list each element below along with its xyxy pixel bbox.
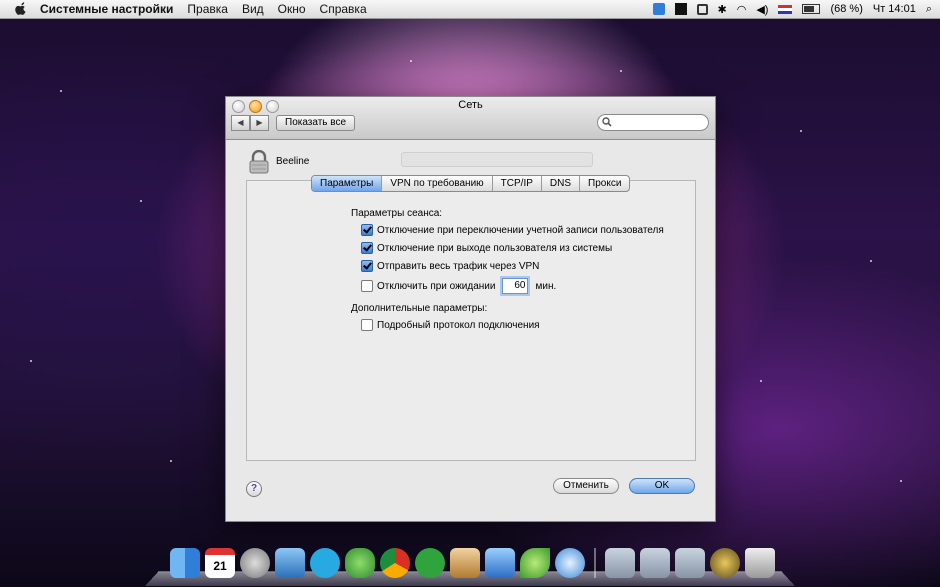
- idle-minutes-field[interactable]: 60: [502, 278, 529, 294]
- disconnect-idle-label: Отключить при ожидании: [377, 280, 496, 292]
- disconnect-idle-checkbox[interactable]: [361, 280, 373, 292]
- verbose-logging-checkbox[interactable]: [361, 319, 373, 331]
- show-all-button[interactable]: Показать все: [276, 115, 356, 131]
- verbose-logging-label: Подробный протокол подключения: [377, 319, 540, 331]
- ical-icon[interactable]: 21: [205, 548, 235, 578]
- menu-bar: Системные настройки Правка Вид Окно Спра…: [0, 0, 940, 19]
- finder-icon[interactable]: [170, 548, 200, 578]
- idle-minutes-unit: мин.: [535, 280, 557, 292]
- menu-app-name[interactable]: Системные настройки: [40, 2, 173, 16]
- search-field[interactable]: [597, 114, 709, 131]
- applications-folder-icon[interactable]: [605, 548, 635, 578]
- quicktime-icon[interactable]: [710, 548, 740, 578]
- service-lock-icon: [249, 150, 269, 174]
- menu-help[interactable]: Справка: [320, 2, 367, 16]
- menu-window[interactable]: Окно: [278, 2, 306, 16]
- safari-icon[interactable]: [555, 548, 585, 578]
- mail-icon[interactable]: [450, 548, 480, 578]
- send-all-traffic-vpn-label: Отправить весь трафик через VPN: [377, 260, 540, 272]
- tab-vpn-on-demand[interactable]: VPN по требованию: [382, 176, 493, 191]
- system-preferences-icon[interactable]: [240, 548, 270, 578]
- dock-separator: [594, 548, 596, 578]
- cancel-button[interactable]: Отменить: [553, 478, 619, 494]
- disconnect-on-logout-label: Отключение при выходе пользователя из си…: [377, 242, 613, 254]
- search-icon: [602, 117, 612, 127]
- network-preferences-window: Сеть ◀ ▶ Показать все Beeline Параметры …: [225, 96, 716, 522]
- menu-edit[interactable]: Правка: [187, 2, 228, 16]
- apple-menu-icon[interactable]: [14, 2, 28, 16]
- documents-folder-icon[interactable]: [640, 548, 670, 578]
- dropbox-icon[interactable]: [652, 3, 665, 15]
- trash-icon[interactable]: [745, 548, 775, 578]
- utorrent-icon[interactable]: [415, 548, 445, 578]
- status-app-icon[interactable]: [674, 3, 687, 15]
- help-button[interactable]: ?: [246, 481, 262, 497]
- disconnect-on-user-switch-label: Отключение при переключении учетной запи…: [377, 224, 664, 236]
- volume-icon[interactable]: ◀): [756, 3, 768, 16]
- back-button[interactable]: ◀: [231, 115, 250, 131]
- chrome-icon[interactable]: [380, 548, 410, 578]
- bluetooth-icon[interactable]: ✱: [718, 3, 727, 16]
- flag-input-icon[interactable]: [778, 4, 793, 14]
- dock: 21: [145, 548, 795, 587]
- forward-button[interactable]: ▶: [250, 115, 269, 131]
- adium-icon[interactable]: [345, 548, 375, 578]
- tab-dns[interactable]: DNS: [542, 176, 581, 191]
- session-options-heading: Параметры сеанса:: [351, 208, 443, 219]
- skype-icon[interactable]: [310, 548, 340, 578]
- window-title: Сеть: [458, 99, 483, 111]
- service-name: Beeline: [276, 156, 310, 167]
- battery-percent: (68 %): [830, 3, 863, 15]
- options-sheet: Параметры сеанса: Отключение при переклю…: [246, 180, 696, 461]
- wifi-icon[interactable]: ◠: [737, 3, 747, 16]
- preview-icon[interactable]: [275, 548, 305, 578]
- location-popup-dimmed: [401, 152, 593, 167]
- downloads-folder-icon[interactable]: [675, 548, 705, 578]
- window-titlebar[interactable]: Сеть ◀ ▶ Показать все: [226, 97, 715, 140]
- tab-tcpip[interactable]: TCP/IP: [493, 176, 542, 191]
- send-all-traffic-vpn-checkbox[interactable]: [361, 260, 373, 272]
- advanced-options-heading: Дополнительные параметры:: [351, 303, 488, 314]
- disconnect-on-user-switch-checkbox[interactable]: [361, 224, 373, 236]
- battery-icon[interactable]: [802, 4, 821, 14]
- tab-proxies[interactable]: Прокси: [580, 176, 629, 191]
- xcode-icon[interactable]: [485, 548, 515, 578]
- spotlight-icon[interactable]: ⌕: [926, 3, 932, 16]
- disconnect-on-logout-checkbox[interactable]: [361, 242, 373, 254]
- clock[interactable]: Чт 14:01: [873, 3, 916, 15]
- tab-parameters[interactable]: Параметры: [312, 176, 383, 191]
- menu-view[interactable]: Вид: [242, 2, 264, 16]
- options-tab-bar: Параметры VPN по требованию TCP/IP DNS П…: [311, 175, 631, 192]
- ok-button[interactable]: OK: [629, 478, 695, 494]
- leaf-icon[interactable]: [520, 548, 550, 578]
- lock-icon[interactable]: [696, 3, 708, 15]
